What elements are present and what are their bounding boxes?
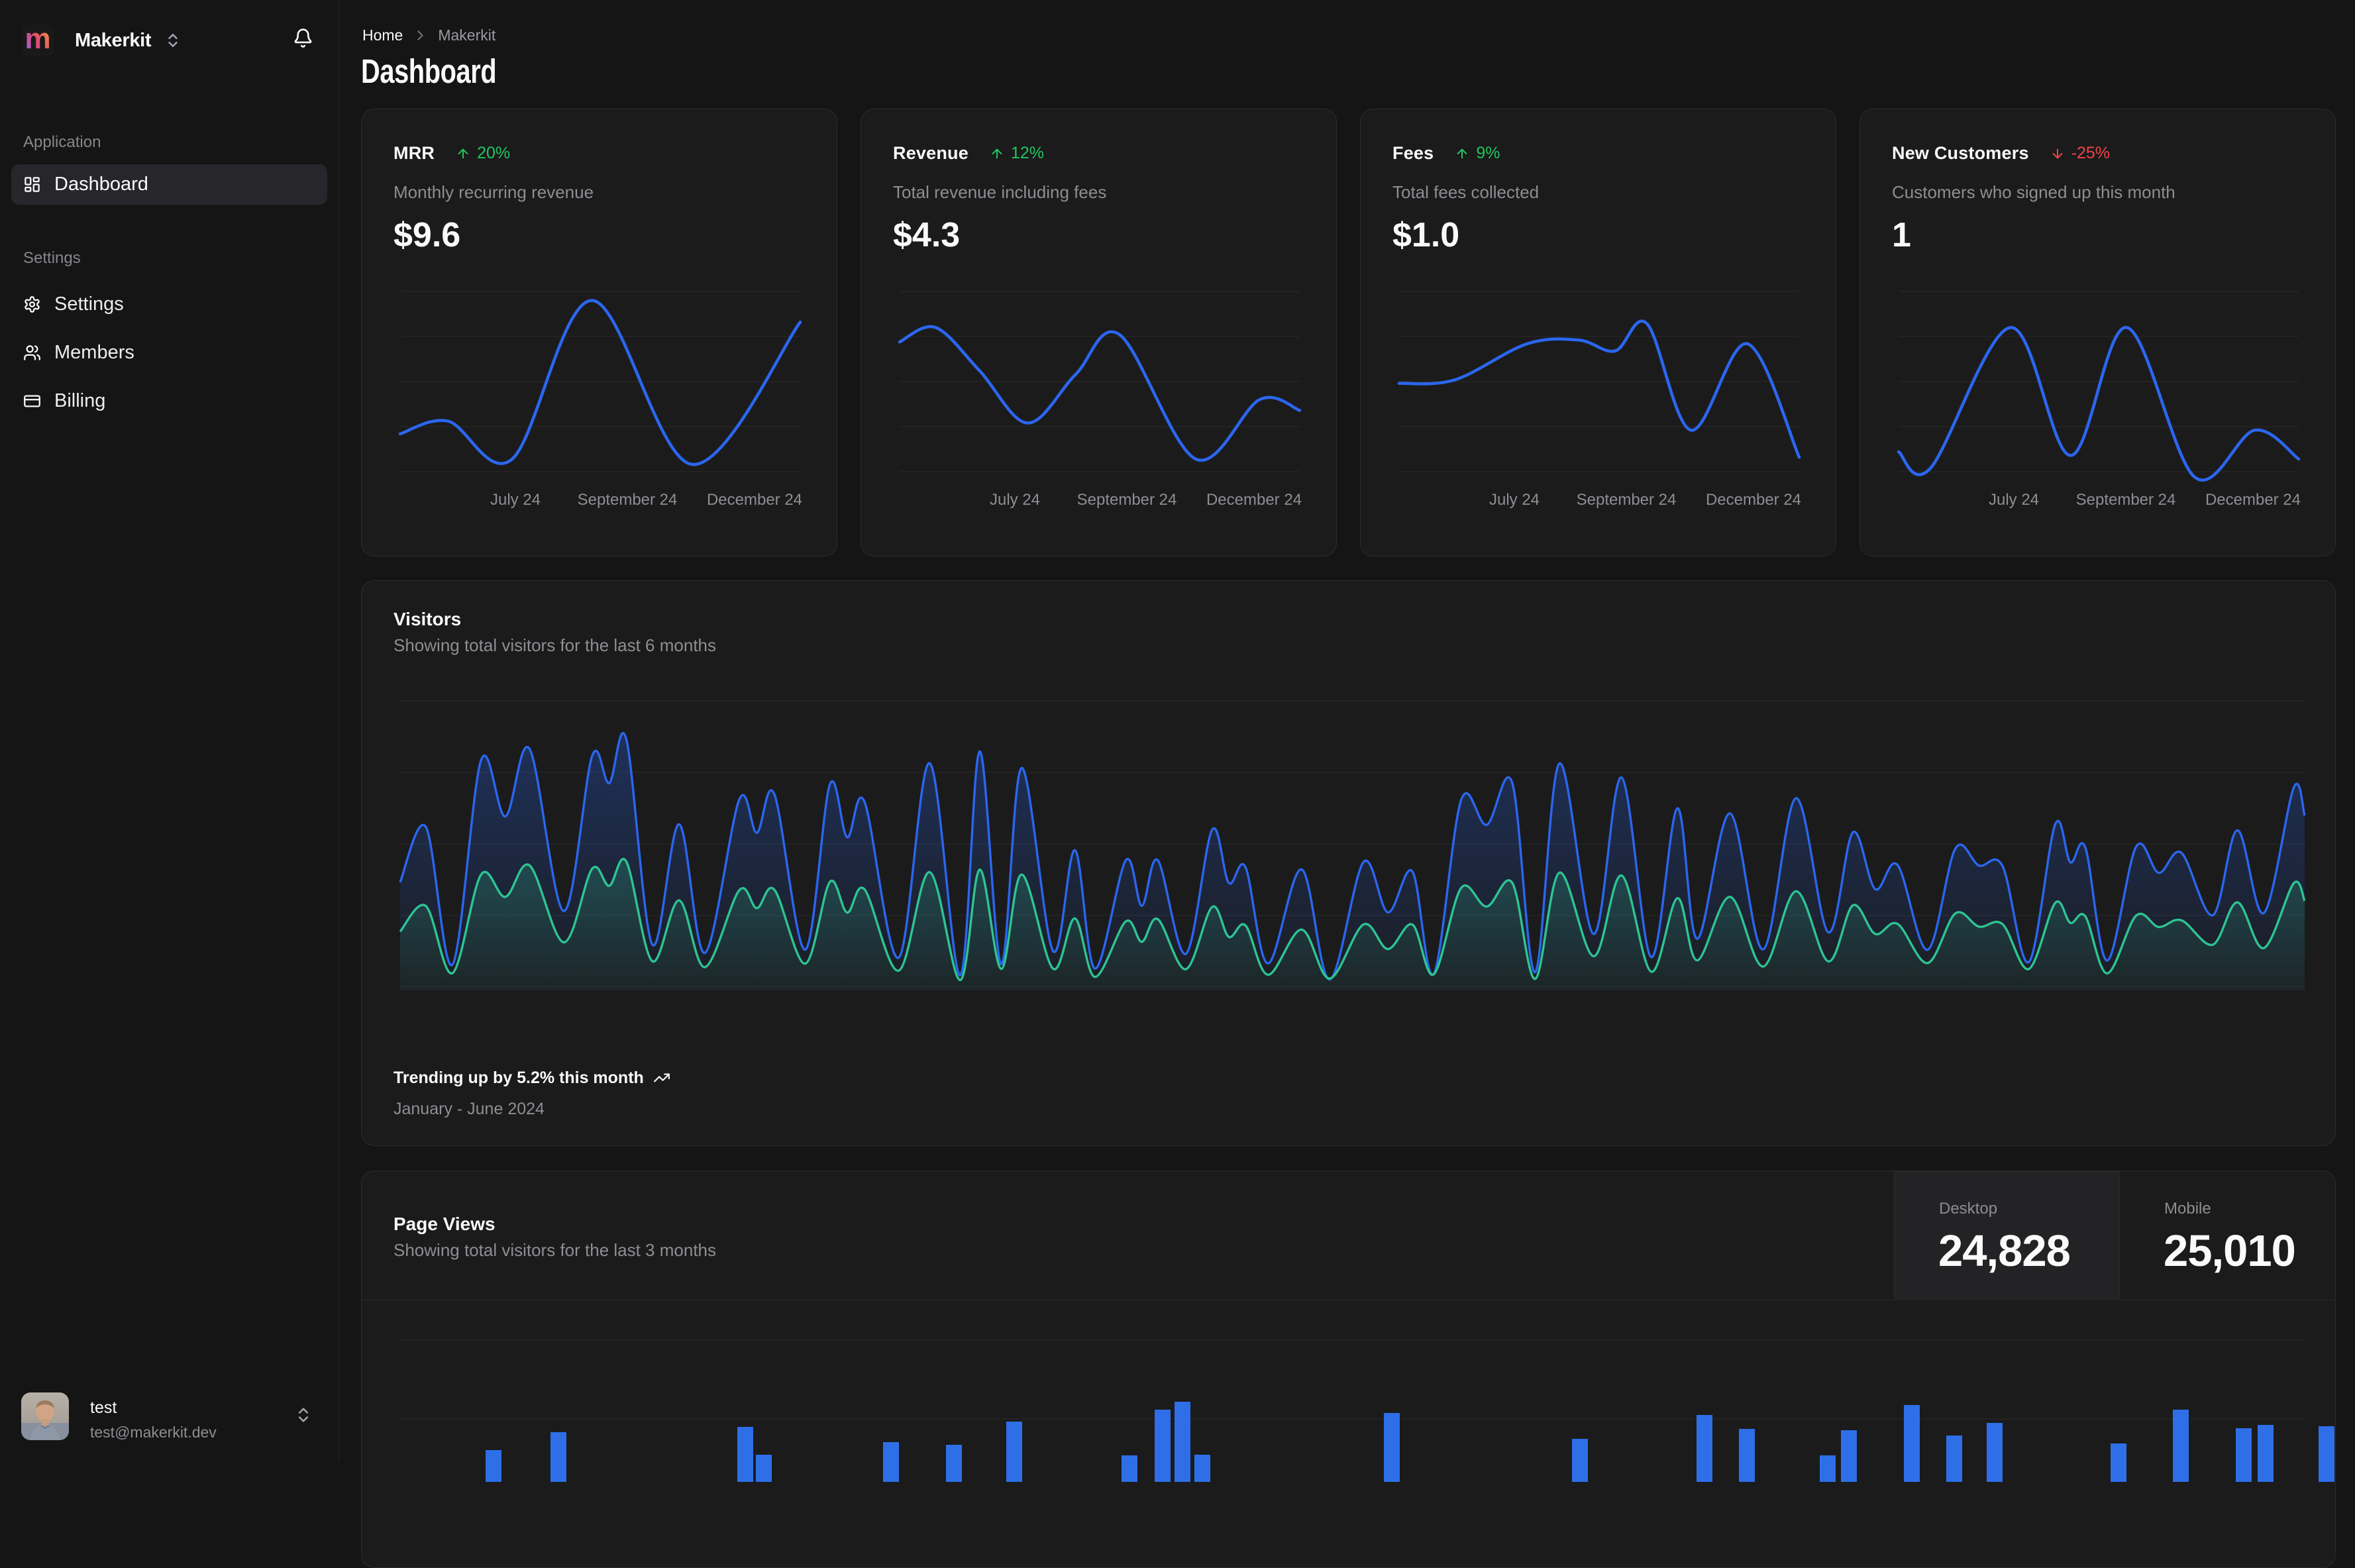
svg-text:m: m (25, 25, 50, 55)
